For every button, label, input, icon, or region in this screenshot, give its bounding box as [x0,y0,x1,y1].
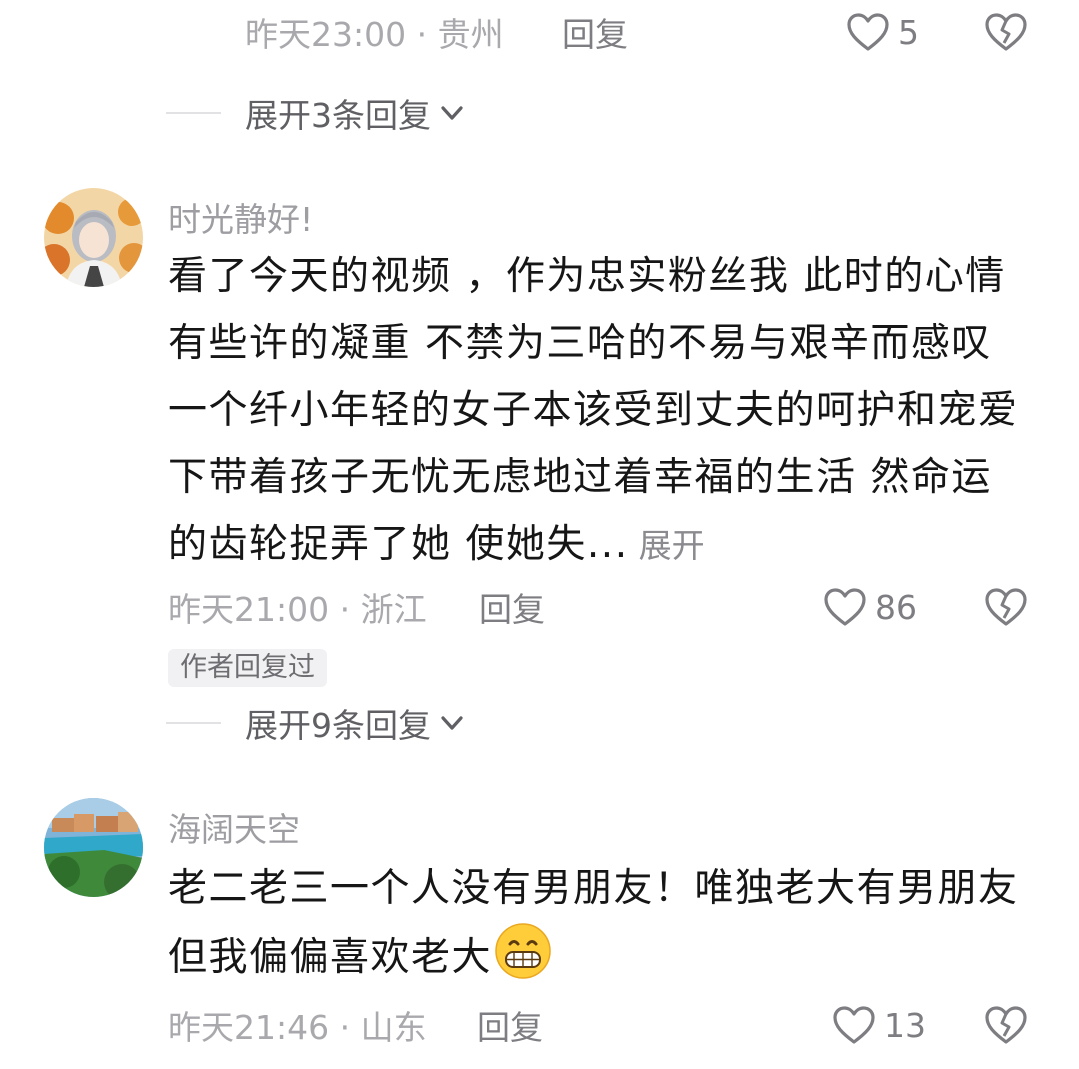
comment-line-last: 的齿轮捉弄了她 使她失... 展开 [168,511,1048,579]
expand-replies-button[interactable]: 展开9条回复 [166,698,465,748]
divider-line [166,722,221,724]
divider-line [166,112,221,114]
like-button[interactable]: 5 [846,12,919,52]
comment-line: 一个纤小年轻的女子本该受到丈夫的呵护和宠爱 [168,388,1019,433]
comment-line: 有些许的凝重 不禁为三哈的不易与艰辛而感叹 [168,321,992,366]
broken-heart-outline-icon[interactable] [984,586,1028,628]
broken-heart-outline-icon[interactable] [984,11,1028,53]
grinning-face-emoji [495,923,551,979]
username[interactable]: 海阔天空 [168,803,300,851]
reply-button[interactable]: 回复 [479,583,545,631]
comment-time-location: 昨天23:00 · 贵州 [245,15,504,54]
broken-heart-outline-icon[interactable] [984,1004,1028,1046]
reply-button[interactable]: 回复 [477,1001,543,1049]
comment-line: 老二老三一个人没有男朋友！唯独老大有男朋友 [168,866,1019,911]
avatar[interactable] [44,188,143,287]
comment-content: 老二老三一个人没有男朋友！唯独老大有男朋友 但我偏偏喜欢老大 [168,855,1048,991]
like-count: 5 [898,12,919,52]
chevron-down-icon [441,716,463,730]
chevron-down-icon [441,106,463,120]
reply-button[interactable]: 回复 [562,8,628,56]
expand-text-link[interactable]: 展开 [639,526,705,565]
author-replied-badge: 作者回复过 [168,649,327,687]
like-button[interactable]: 13 [832,1005,926,1045]
heart-outline-icon [824,588,866,626]
like-count: 13 [884,1005,926,1045]
like-count: 86 [875,587,917,627]
comment-line-last: 但我偏偏喜欢老大 [168,922,1048,991]
comment-line: 看了今天的视频 ，作为忠实粉丝我 此时的心情 [168,254,1006,299]
comment-time-location: 昨天21:46 · 山东 [168,1008,427,1047]
comment-line-text: 但我偏偏喜欢老大 [168,935,493,980]
expand-replies-label: 展开9条回复 [245,706,431,745]
heart-outline-icon [833,1006,875,1044]
comment-time-location: 昨天21:00 · 浙江 [168,590,427,629]
comment-content: 看了今天的视频 ，作为忠实粉丝我 此时的心情 有些许的凝重 不禁为三哈的不易与艰… [168,243,1048,579]
comment-line-text: 的齿轮捉弄了她 使她失... [168,522,629,567]
comment-meta-row: 昨天23:00 · 贵州 回复 [245,2,1065,62]
avatar[interactable] [44,798,143,897]
expand-replies-button[interactable]: 展开3条回复 [166,88,465,138]
username[interactable]: 时光静好! [168,193,313,241]
comment-line: 下带着孩子无忧无虑地过着幸福的生活 然命运 [168,455,992,500]
heart-outline-icon [847,13,889,51]
like-button[interactable]: 86 [823,587,917,627]
expand-replies-label: 展开3条回复 [245,96,431,135]
